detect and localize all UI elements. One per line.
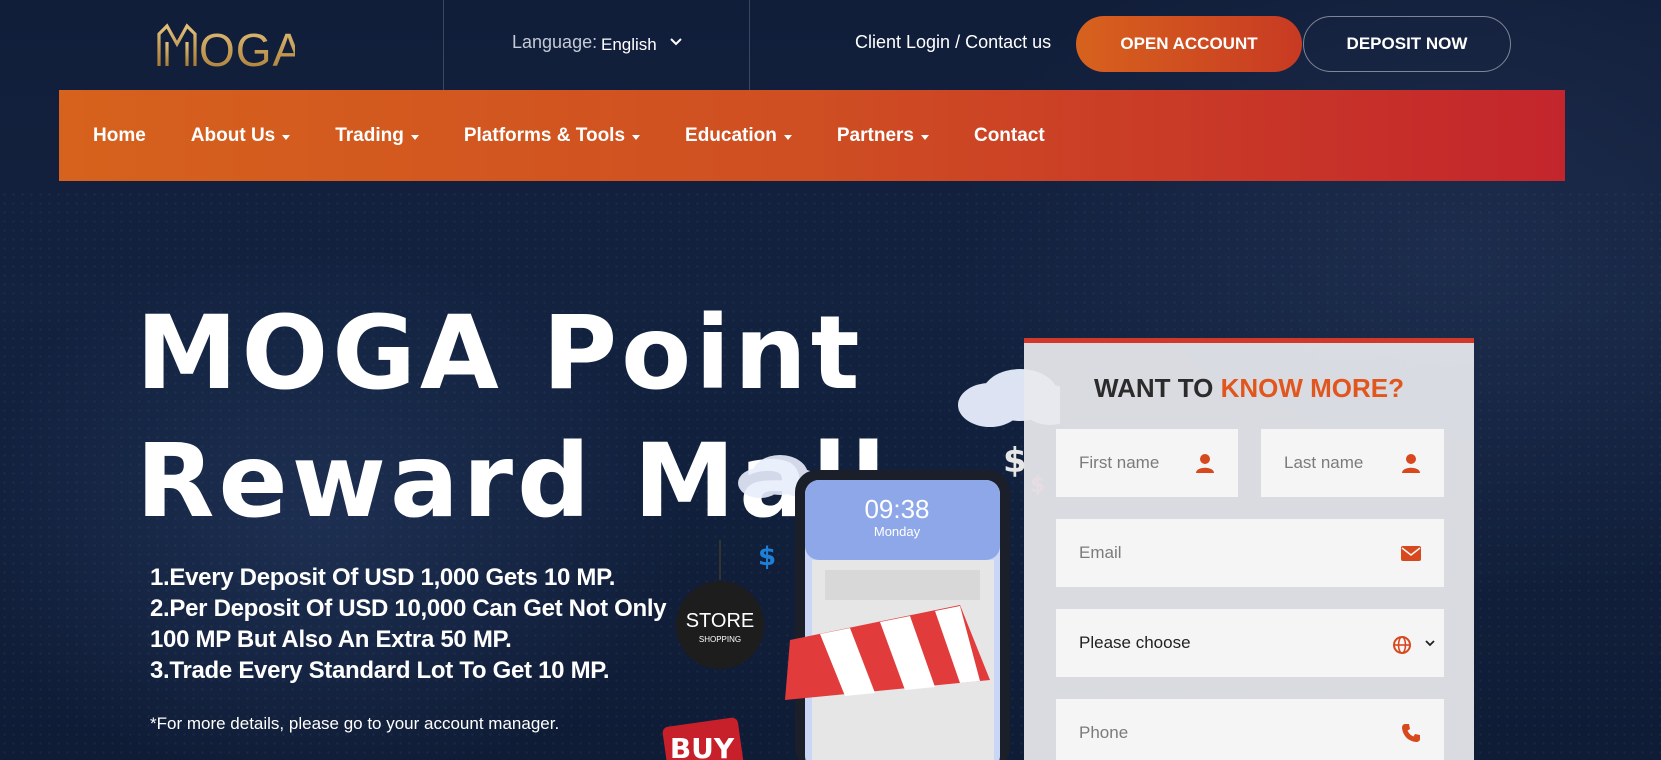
reward-rules-list: 1.Every Deposit Of USD 1,000 Gets 10 MP.… xyxy=(150,562,710,686)
nav-item-platforms-tools[interactable]: Platforms & Tools xyxy=(463,124,641,147)
moga-logo[interactable]: OGA xyxy=(155,14,295,74)
first-name-placeholder: First name xyxy=(1079,453,1160,472)
nav-item-label: Trading xyxy=(335,124,404,146)
email-field[interactable]: Email xyxy=(1056,519,1444,587)
nav-item-label: Partners xyxy=(836,124,914,146)
top-bar: OGA Language: English Client Login / Con… xyxy=(0,0,1661,90)
hero-footnote: *For more details, please go to your acc… xyxy=(150,714,560,733)
nav-item-label: Education xyxy=(685,124,777,146)
chevron-down-icon[interactable] xyxy=(668,34,684,50)
last-name-placeholder: Last name xyxy=(1284,453,1364,472)
caret-down-icon xyxy=(282,135,291,140)
chevron-down-icon[interactable] xyxy=(1424,637,1436,649)
topbar-divider xyxy=(443,0,444,90)
reward-rule: 3.Trade Every Standard Lot To Get 10 MP. xyxy=(150,657,610,684)
form-title-accent: KNOW MORE? xyxy=(1220,373,1405,403)
store-sign-icon: STORE SHOPPING xyxy=(676,540,764,669)
phone-field[interactable]: Phone xyxy=(1056,699,1444,760)
nav-item-label: Platforms & Tools xyxy=(463,124,626,146)
topbar-divider xyxy=(749,0,750,90)
country-select-value: Please choose xyxy=(1079,633,1191,652)
know-more-form: WANT TO KNOW MORE? First name Last name … xyxy=(1024,338,1474,760)
phone-time: 09:38 xyxy=(864,494,929,524)
form-title-plain: WANT TO xyxy=(1093,373,1221,403)
client-login-contact-link[interactable]: Client Login / Contact us xyxy=(855,32,1051,53)
caret-down-icon xyxy=(632,135,641,140)
phone-day: Monday xyxy=(874,524,921,539)
deposit-now-button[interactable]: DEPOSIT NOW xyxy=(1303,16,1511,72)
caret-down-icon xyxy=(783,135,792,140)
dollar-icon: $ xyxy=(758,542,776,572)
last-name-field[interactable]: Last name xyxy=(1261,429,1444,497)
envelope-icon xyxy=(1401,546,1421,561)
nav-item-trading[interactable]: Trading xyxy=(335,125,419,147)
nav-item-label: Home xyxy=(93,124,146,146)
svg-text:STORE: STORE xyxy=(686,610,755,632)
main-navigation: Home About Us Trading Platforms & Tools … xyxy=(59,90,1565,181)
user-icon xyxy=(1402,454,1420,473)
caret-down-icon xyxy=(410,135,419,140)
svg-text:SHOPPING: SHOPPING xyxy=(699,635,741,644)
shopping-phone-illustration: 09:38 Monday STORE SHOPPING $ $ $ BUY xyxy=(662,369,1060,760)
logo-text: OGA xyxy=(199,24,295,74)
svg-text:BUY: BUY xyxy=(670,732,735,760)
globe-icon xyxy=(1393,636,1411,654)
user-icon xyxy=(1196,454,1214,473)
reward-rule: 2.Per Deposit Of USD 10,000 Can Get Not … xyxy=(150,595,667,622)
nav-item-label: Contact xyxy=(973,124,1045,146)
language-label: Language: xyxy=(512,32,598,52)
email-placeholder: Email xyxy=(1079,543,1122,562)
open-account-button[interactable]: OPEN ACCOUNT xyxy=(1076,16,1302,72)
reward-rule: 100 MP But Also An Extra 50 MP. xyxy=(150,626,512,653)
nav-item-partners[interactable]: Partners xyxy=(837,125,929,147)
nav-item-home[interactable]: Home xyxy=(93,125,146,147)
reward-rule: 1.Every Deposit Of USD 1,000 Gets 10 MP. xyxy=(150,564,616,591)
form-title: WANT TO KNOW MORE? xyxy=(1024,373,1474,404)
nav-item-contact[interactable]: Contact xyxy=(974,125,1045,147)
nav-item-education[interactable]: Education xyxy=(685,125,792,147)
buy-tag-icon: BUY xyxy=(662,717,744,760)
nav-item-label: About Us xyxy=(190,124,276,146)
first-name-field[interactable]: First name xyxy=(1056,429,1238,497)
phone-icon xyxy=(1402,724,1420,742)
country-select[interactable]: Please choose xyxy=(1056,609,1444,677)
phone-icon: 09:38 Monday xyxy=(795,470,1010,760)
caret-down-icon xyxy=(920,135,929,140)
phone-placeholder: Phone xyxy=(1079,723,1129,742)
language-select[interactable]: English xyxy=(601,35,657,55)
nav-item-about-us[interactable]: About Us xyxy=(190,124,291,147)
